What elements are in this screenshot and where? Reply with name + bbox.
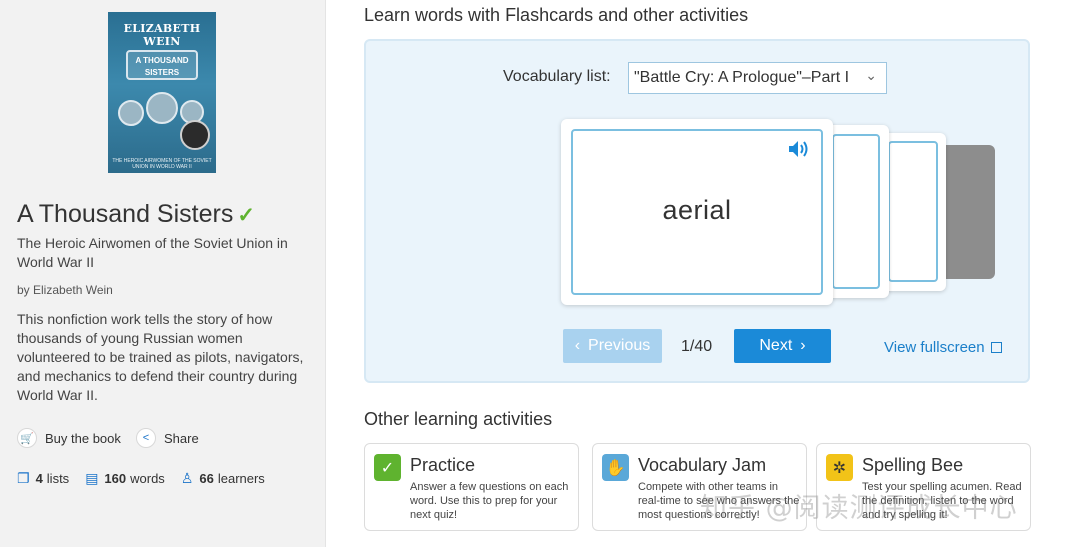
other-activities-heading: Other learning activities	[364, 409, 553, 429]
book-title[interactable]: A Thousand Sisters ✓	[17, 200, 255, 229]
lists-stat[interactable]: ❐ 4 lists	[17, 470, 69, 487]
book-description: This nonfiction work tells the story of …	[17, 311, 304, 403]
vocabulary-list-value: "Battle Cry: A Prologue"–Part I	[634, 69, 850, 86]
book-sidebar: ELIZABETH WEIN A THOUSAND SISTERS THE HE…	[0, 0, 326, 547]
raised-hand-icon: ✋	[602, 454, 629, 481]
view-fullscreen-link[interactable]: View fullscreen	[884, 339, 1002, 356]
checkmark-icon: ✓	[237, 204, 255, 227]
words-stat[interactable]: ▤ 160 words	[85, 470, 165, 487]
checkmark-icon: ✓	[374, 454, 401, 481]
lists-label: lists	[46, 471, 70, 486]
cover-subtitle: THE HEROIC AIRWOMEN OF THE SOVIET UNION …	[112, 158, 212, 170]
learners-stat[interactable]: ♙ 66 learners	[181, 470, 265, 487]
buy-book-link[interactable]: 🛒 Buy the book	[17, 428, 121, 448]
learners-label: learners	[217, 471, 265, 486]
cover-author: ELIZABETH WEIN	[123, 22, 201, 48]
chevron-right-icon: ›	[800, 337, 806, 354]
activity-description: Answer a few questions on each word. Use…	[410, 481, 569, 521]
words-label: words	[130, 471, 165, 486]
flashcard-back-2	[881, 133, 946, 291]
cover-title-banner: A THOUSAND SISTERS	[126, 50, 198, 80]
external-link-icon	[990, 342, 1002, 353]
vocabulary-list-label: Vocabulary list:	[503, 68, 611, 85]
cover-portrait-2	[146, 92, 178, 124]
flashcard-word: aerial	[662, 195, 732, 225]
lists-count: 4	[35, 471, 43, 486]
shopping-cart-icon: 🛒	[17, 428, 37, 448]
person-icon: ♙	[180, 470, 194, 486]
previous-button[interactable]: ‹ Previous	[563, 329, 662, 363]
next-button[interactable]: Next ›	[734, 329, 831, 363]
speaker-icon[interactable]	[787, 139, 811, 159]
chevron-down-icon: ⌄	[865, 67, 877, 83]
next-label: Next	[759, 337, 793, 354]
flashcard-current[interactable]: aerial	[561, 119, 833, 305]
activity-title: Spelling Bee	[862, 455, 964, 475]
book-cover-image[interactable]: ELIZABETH WEIN A THOUSAND SISTERS THE HE…	[108, 12, 216, 173]
cover-portrait-1	[118, 100, 144, 126]
words-icon: ▤	[85, 470, 99, 486]
activity-title: Practice	[410, 455, 476, 475]
share-label: Share	[164, 430, 199, 446]
view-fullscreen-label: View fullscreen	[884, 339, 985, 356]
share-link[interactable]: < Share	[136, 428, 199, 448]
buy-book-label: Buy the book	[45, 430, 121, 446]
cover-title-line2: SISTERS	[144, 68, 180, 77]
book-subtitle: The Heroic Airwomen of the Soviet Union …	[17, 235, 288, 270]
flashcard-back-1	[824, 125, 889, 298]
activity-practice[interactable]: ✓ Practice Answer a few questions on eac…	[364, 443, 579, 531]
main-heading: Learn words with Flashcards and other ac…	[364, 5, 749, 25]
flashcard-current-border: aerial	[571, 129, 823, 295]
vocabulary-list-select[interactable]: "Battle Cry: A Prologue"–Part I ⌄	[628, 62, 887, 94]
activity-title: Vocabulary Jam	[638, 455, 767, 475]
lists-icon: ❐	[17, 470, 30, 486]
chevron-left-icon: ‹	[574, 337, 581, 354]
book-title-text: A Thousand Sisters	[17, 200, 234, 228]
book-stats: ❐ 4 lists ▤ 160 words ♙ 66 learners	[17, 470, 265, 487]
bee-icon: ✲	[826, 454, 853, 481]
watermark-text: 知乎 @阅读测评成长中心	[700, 493, 1018, 524]
cover-title-line1: A THOUSAND	[135, 56, 189, 65]
words-count: 160	[104, 471, 127, 486]
flashcard-back-1-border	[832, 134, 880, 289]
previous-label: Previous	[588, 337, 651, 354]
book-author: by Elizabeth Wein	[17, 283, 113, 297]
flashcard-back-3	[938, 145, 995, 279]
flashcard-back-2-border	[888, 141, 938, 282]
learners-count: 66	[199, 471, 214, 486]
card-counter: 1/40	[681, 338, 713, 355]
share-icon: <	[136, 428, 156, 448]
cover-award-seal-icon	[180, 120, 210, 150]
